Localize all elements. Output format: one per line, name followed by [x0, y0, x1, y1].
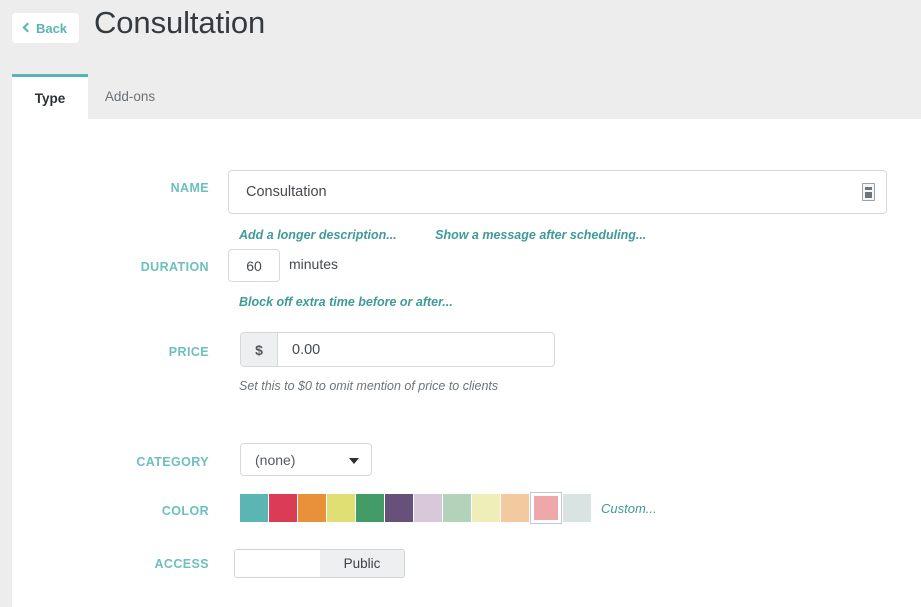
category-select[interactable]: (none)	[240, 443, 372, 476]
color-swatch-6[interactable]	[414, 494, 442, 522]
chevron-down-icon	[349, 458, 359, 464]
add-description-link[interactable]: Add a longer description...	[239, 228, 397, 242]
tab-type-label: Type	[34, 90, 66, 106]
custom-color-link[interactable]: Custom...	[601, 501, 657, 516]
field-row-duration: DURATION minutes Block off extra time be…	[12, 245, 921, 323]
page-header: Back Consultation	[0, 0, 921, 74]
color-swatch-list: Custom...	[240, 492, 657, 524]
consultation-editor-page: Back Consultation Type Add-ons NAME Add …	[0, 0, 921, 607]
color-swatch-3[interactable]	[327, 494, 355, 522]
color-swatch-1[interactable]	[269, 494, 297, 522]
field-row-color: COLOR Custom...	[12, 492, 921, 539]
category-label: CATEGORY	[136, 455, 209, 469]
name-label: NAME	[170, 181, 209, 195]
price-hint-text: Set this to $0 to omit mention of price …	[239, 379, 499, 393]
tab-add-ons[interactable]: Add-ons	[88, 74, 172, 119]
field-row-access: ACCESS Public	[12, 541, 921, 587]
form-panel: NAME Add a longer description... Show a …	[12, 119, 921, 607]
block-extra-time-link[interactable]: Block off extra time before or after...	[239, 295, 453, 309]
duration-label: DURATION	[140, 260, 209, 274]
field-row-name: NAME Add a longer description... Show a …	[12, 145, 921, 245]
field-row-category: CATEGORY (none)	[12, 443, 921, 493]
currency-symbol: $	[241, 333, 278, 366]
card-glyph-icon[interactable]	[862, 183, 875, 201]
color-swatch-7[interactable]	[443, 494, 471, 522]
name-input[interactable]	[229, 171, 849, 213]
chevron-left-icon	[22, 22, 33, 33]
price-input-group: $	[240, 332, 555, 367]
back-button-label: Back	[35, 20, 68, 36]
field-row-price: PRICE $ Set this to $0 to omit mention o…	[12, 329, 921, 409]
tab-add-ons-label: Add-ons	[104, 89, 156, 104]
access-toggle[interactable]: Public	[234, 549, 405, 578]
color-label: COLOR	[161, 504, 209, 518]
duration-sublinks: Block off extra time before or after...	[239, 293, 453, 311]
category-selected-value: (none)	[255, 452, 296, 468]
color-swatch-9[interactable]	[501, 494, 529, 522]
duration-input[interactable]	[228, 249, 280, 282]
access-toggle-state-label: Public	[320, 550, 404, 577]
back-button[interactable]: Back	[12, 13, 79, 43]
color-swatch-5[interactable]	[385, 494, 413, 522]
page-title: Consultation	[94, 5, 266, 40]
price-label: PRICE	[168, 345, 209, 359]
tab-bar: Type Add-ons	[0, 74, 921, 119]
color-swatch-10[interactable]	[530, 492, 562, 524]
name-sublinks: Add a longer description... Show a messa…	[239, 226, 646, 244]
duration-unit-label: minutes	[289, 256, 339, 272]
access-label: ACCESS	[154, 557, 209, 571]
color-swatch-8[interactable]	[472, 494, 500, 522]
tab-type[interactable]: Type	[12, 74, 88, 119]
color-swatch-4[interactable]	[356, 494, 384, 522]
show-message-link[interactable]: Show a message after scheduling...	[435, 228, 646, 242]
color-swatch-0[interactable]	[240, 494, 268, 522]
access-toggle-knob[interactable]	[235, 550, 320, 577]
price-input[interactable]	[278, 333, 554, 366]
name-input-wrapper	[228, 170, 887, 214]
color-swatch-2[interactable]	[298, 494, 326, 522]
color-swatch-11[interactable]	[563, 494, 591, 522]
